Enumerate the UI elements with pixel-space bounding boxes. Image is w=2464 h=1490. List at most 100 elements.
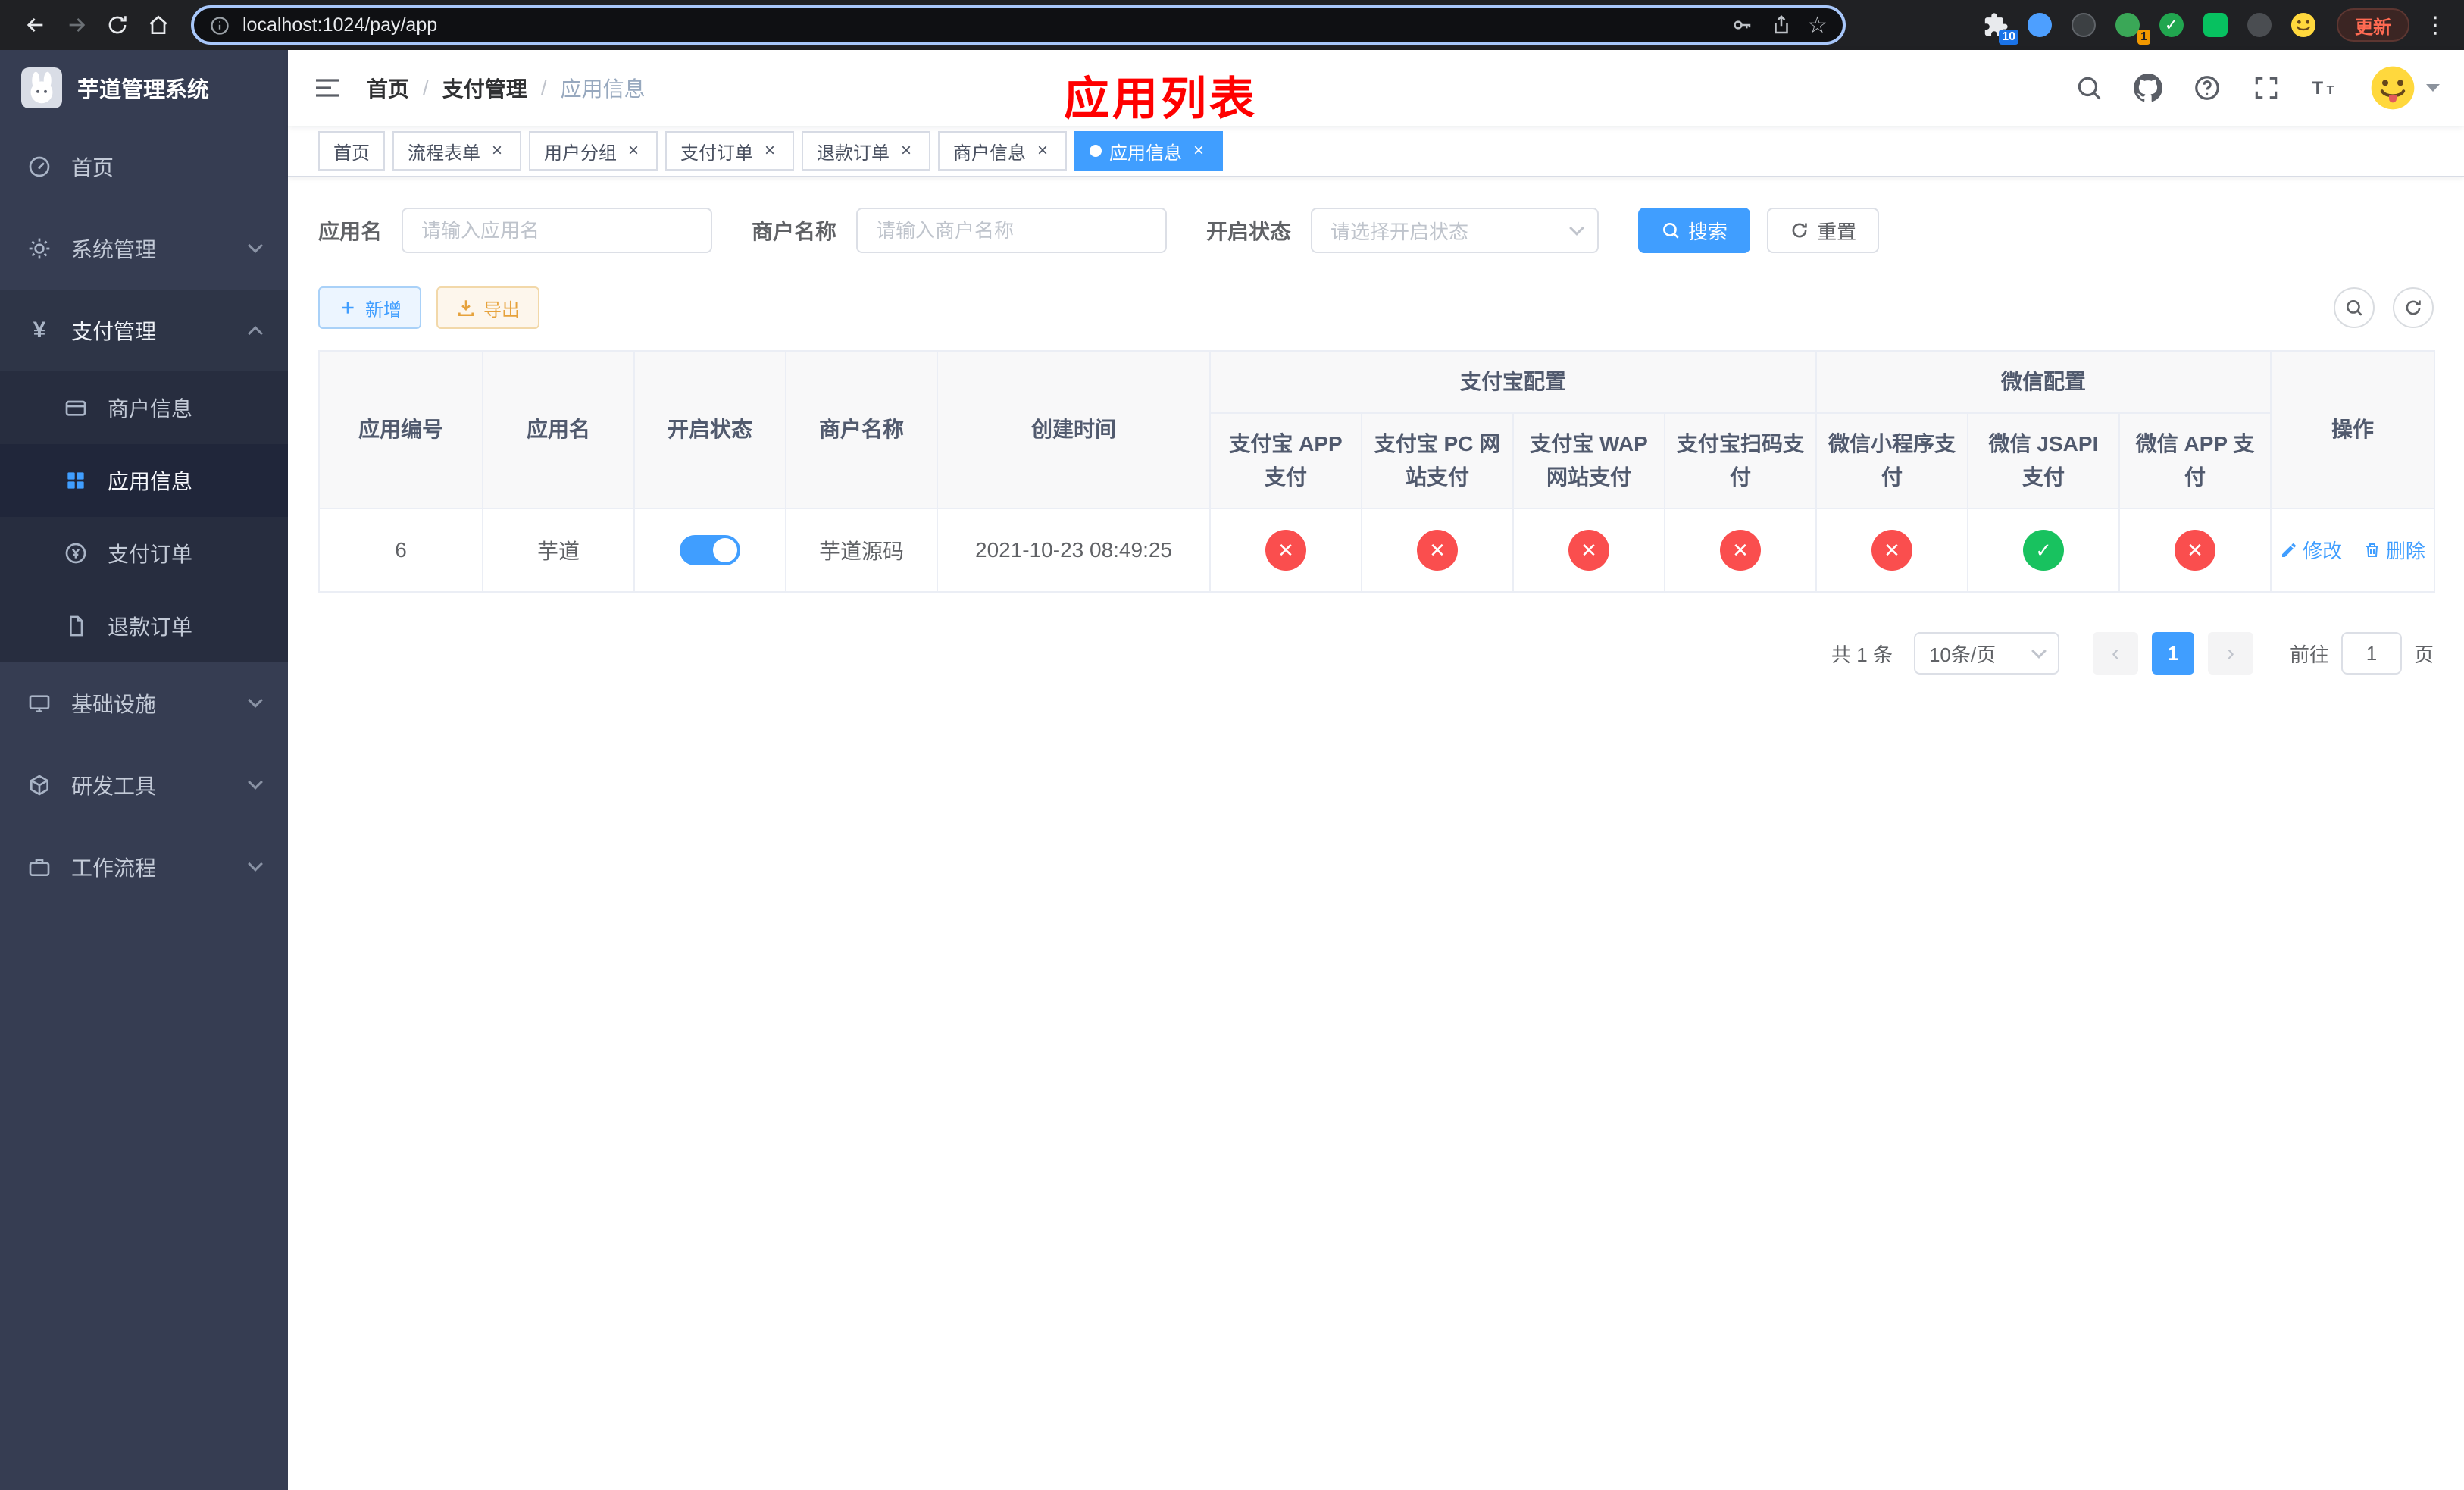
col-merchant-name: 商户名称	[785, 350, 938, 509]
status-select[interactable]: 请选择开启状态	[1311, 208, 1599, 253]
close-icon[interactable]	[761, 140, 779, 161]
tab-app-info[interactable]: 应用信息	[1074, 131, 1223, 171]
collapse-menu-icon[interactable]	[312, 73, 342, 103]
site-info-icon[interactable]	[209, 14, 230, 36]
apps-table: 应用编号 应用名 开启状态 商户名称 创建时间 支付宝配置 微信配置 操作 支付…	[318, 350, 2436, 593]
cell-alipay-wap	[1512, 508, 1665, 593]
toolbar-right	[2334, 287, 2434, 328]
search-button[interactable]: 搜索	[1638, 208, 1751, 253]
browser-home-icon[interactable]	[138, 5, 179, 45]
col-alipay-qr: 支付宝扫码支付	[1663, 412, 1818, 509]
app-logo[interactable]: 芋道管理系统	[0, 50, 288, 126]
extension-emoji-icon[interactable]	[2288, 10, 2319, 40]
add-button[interactable]: 新增	[318, 286, 421, 329]
tab-process-form[interactable]: 流程表单	[392, 131, 521, 171]
cell-open-status	[633, 508, 786, 593]
extension-green-square-icon[interactable]	[2200, 10, 2231, 40]
search-button-label: 搜索	[1688, 220, 1728, 243]
browser-forward-icon[interactable]	[56, 5, 97, 45]
download-icon	[458, 300, 474, 317]
sidebar-item-home[interactable]: 首页	[0, 126, 288, 208]
tab-user-group[interactable]: 用户分组	[529, 131, 658, 171]
font-size-icon[interactable]: TT	[2311, 74, 2340, 102]
status-select-placeholder: 请选择开启状态	[1330, 220, 1469, 243]
sidebar-item-pay-order[interactable]: 支付订单	[0, 517, 288, 590]
goto-unit: 页	[2413, 643, 2434, 666]
status-toggle[interactable]	[680, 535, 740, 565]
tab-label: 用户分组	[544, 142, 617, 164]
browser-back-icon[interactable]	[15, 5, 56, 45]
address-bar[interactable]: localhost:1024/pay/app ☆	[191, 5, 1846, 45]
export-button[interactable]: 导出	[436, 286, 539, 329]
cell-wechat-jsapi	[1967, 508, 2121, 593]
goto-page-input[interactable]	[2340, 632, 2402, 675]
extension-blue-icon[interactable]	[2025, 10, 2055, 40]
config-status-icon	[1720, 530, 1761, 571]
next-page-button[interactable]	[2207, 632, 2253, 675]
browser-menu-icon[interactable]	[2422, 12, 2449, 39]
close-icon[interactable]	[1033, 140, 1052, 161]
close-icon[interactable]	[624, 140, 643, 161]
refresh-table-button[interactable]	[2393, 287, 2434, 328]
tab-merchant-info[interactable]: 商户信息	[938, 131, 1067, 171]
sidebar-item-infrastructure[interactable]: 基础设施	[0, 662, 288, 744]
delete-button[interactable]: 删除	[2363, 536, 2425, 564]
sidebar-item-system[interactable]: 系统管理	[0, 208, 288, 290]
fullscreen-icon[interactable]	[2252, 74, 2281, 102]
help-icon[interactable]	[2193, 74, 2222, 102]
reset-button[interactable]: 重置	[1767, 208, 1880, 253]
sidebar-item-dev-tools[interactable]: 研发工具	[0, 744, 288, 826]
cell-alipay-pc	[1361, 508, 1514, 593]
extension-check-icon[interactable]: ✓	[2156, 10, 2187, 40]
navbar-actions: TT	[2075, 65, 2440, 111]
tab-pay-order[interactable]: 支付订单	[665, 131, 794, 171]
merchant-name-input[interactable]	[856, 208, 1168, 253]
prev-page-button[interactable]	[2092, 632, 2138, 675]
share-icon[interactable]	[1768, 11, 1795, 39]
config-status-icon	[1568, 530, 1609, 571]
breadcrumb-home[interactable]: 首页	[367, 73, 409, 103]
page-size-select[interactable]: 10条/页	[1913, 632, 2059, 675]
breadcrumb-separator	[541, 76, 547, 100]
toggle-search-button[interactable]	[2334, 287, 2375, 328]
dashboard-icon	[27, 155, 52, 179]
close-icon[interactable]	[897, 140, 915, 161]
close-icon[interactable]	[488, 140, 506, 161]
browser-refresh-icon[interactable]	[97, 5, 138, 45]
github-icon[interactable]	[2134, 74, 2162, 102]
edit-button[interactable]: 修改	[2280, 536, 2342, 564]
extension-avatar-icon[interactable]: 1	[2112, 10, 2150, 45]
tab-home[interactable]: 首页	[318, 131, 385, 171]
browser-update-button[interactable]: 更新	[2337, 8, 2409, 42]
extension-dark-icon[interactable]	[2068, 10, 2099, 40]
chevron-down-icon	[248, 693, 263, 708]
export-button-label: 导出	[483, 299, 520, 321]
sidebar-item-label: 系统管理	[71, 238, 157, 261]
tab-label: 流程表单	[408, 142, 480, 164]
app-name-input[interactable]	[402, 208, 713, 253]
bookmark-star-icon[interactable]: ☆	[1807, 12, 1828, 39]
sidebar-item-payment[interactable]: ¥ 支付管理	[0, 290, 288, 371]
extension-pin-icon[interactable]	[2244, 10, 2275, 40]
sidebar-item-merchant-info[interactable]: 商户信息	[0, 371, 288, 444]
breadcrumb-payment[interactable]: 支付管理	[442, 73, 527, 103]
close-icon[interactable]	[1190, 140, 1208, 161]
credit-card-icon	[64, 396, 88, 420]
sidebar-item-refund-order[interactable]: 退款订单	[0, 590, 288, 662]
breadcrumb-current: 应用信息	[560, 77, 646, 101]
sidebar-item-workflow[interactable]: 工作流程	[0, 826, 288, 908]
password-key-icon[interactable]	[1728, 11, 1756, 39]
breadcrumb: 首页 支付管理 应用信息	[367, 73, 646, 103]
chevron-down-icon	[248, 238, 263, 253]
page-number-button[interactable]: 1	[2151, 632, 2194, 675]
search-icon[interactable]	[2075, 74, 2103, 102]
sidebar-item-label: 退款订单	[108, 615, 193, 639]
sidebar-item-label: 工作流程	[71, 856, 157, 880]
app-frame: 芋道管理系统 首页 系统管理 ¥ 支付管理 商户信息 应用信息 支付订单 退款订…	[0, 50, 2464, 1490]
screen: localhost:1024/pay/app ☆ 10 1 ✓ 更新 ⋮ 芋道管…	[0, 0, 2464, 1490]
tab-refund-order[interactable]: 退款订单	[802, 131, 930, 171]
extensions-puzzle-icon[interactable]: 10	[1981, 10, 2018, 45]
config-status-icon	[1417, 530, 1458, 571]
user-avatar[interactable]	[2370, 65, 2440, 111]
sidebar-item-app-info[interactable]: 应用信息	[0, 444, 288, 517]
